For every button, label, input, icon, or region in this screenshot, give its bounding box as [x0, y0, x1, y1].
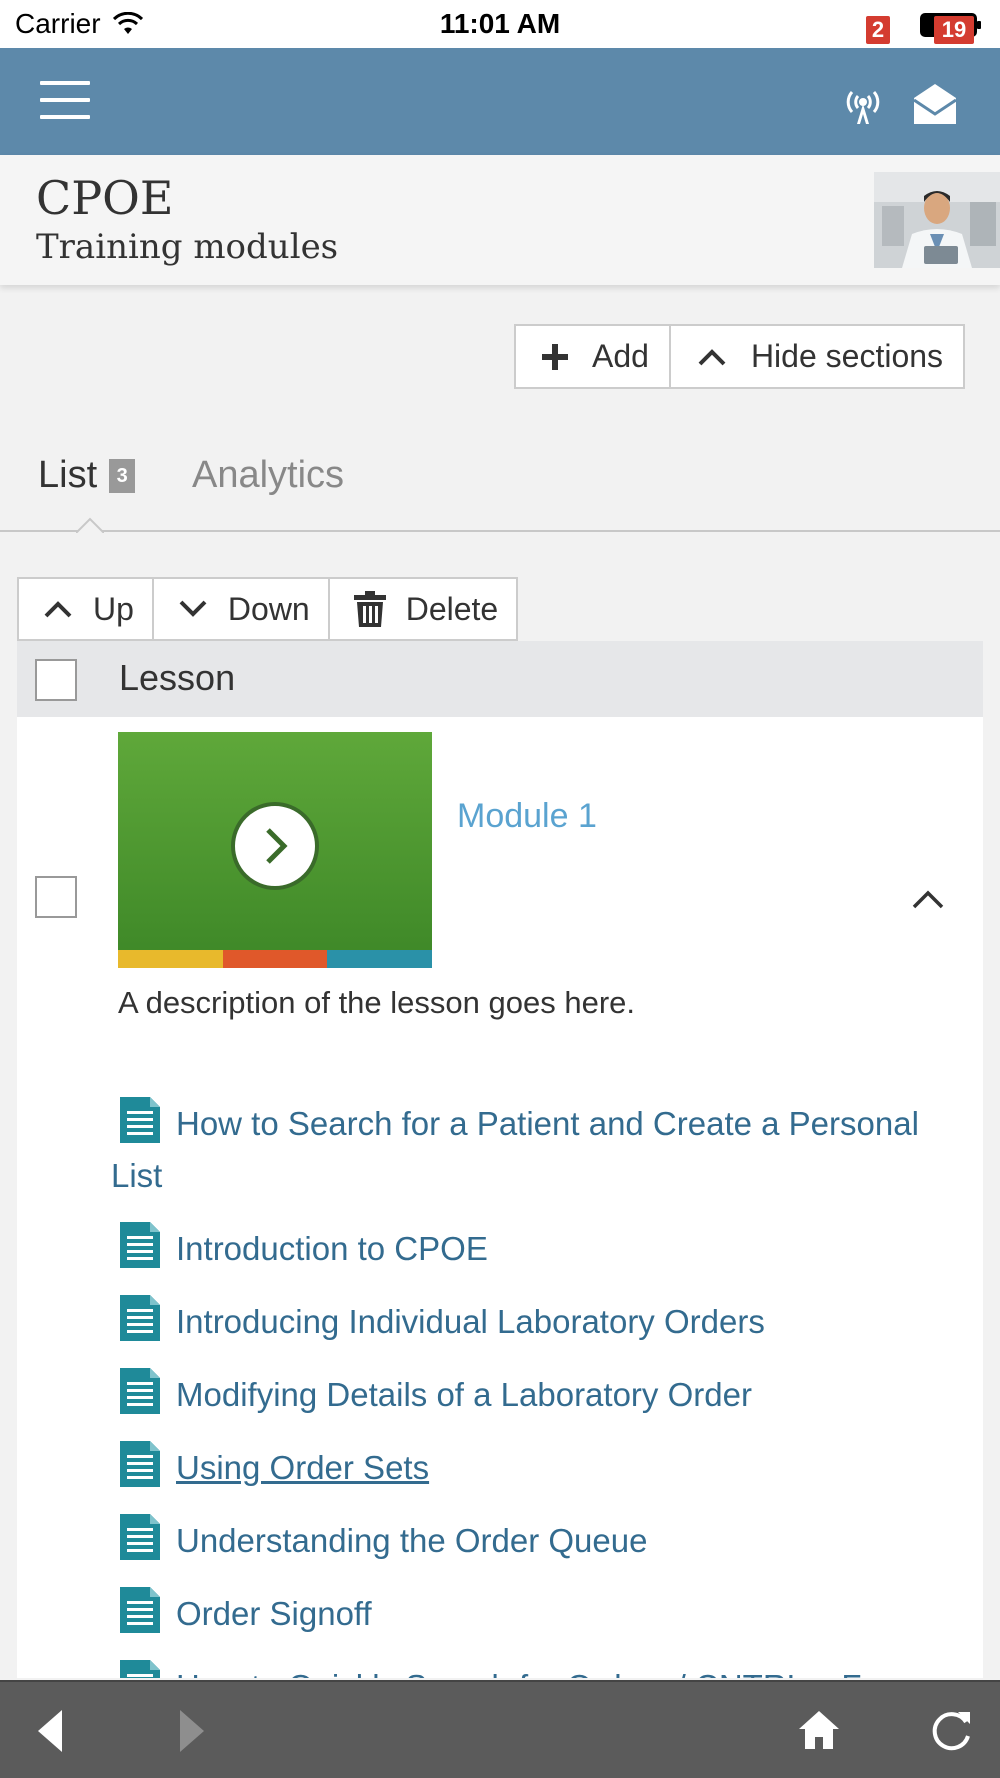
app-header [0, 48, 1000, 155]
document-icon [120, 1222, 160, 1268]
table-header: Lesson [17, 641, 983, 717]
lesson-link[interactable]: Introducing Individual Laboratory Orders [111, 1295, 951, 1348]
move-down-button[interactable]: Down [151, 579, 328, 639]
chevron-up-icon [44, 601, 72, 618]
status-bar: Carrier 11:01 AM [0, 0, 1000, 48]
view-tabs: List 3 Analytics [0, 440, 1000, 533]
module-description: A description of the lesson goes here. [118, 985, 635, 1020]
app-screen: Carrier 11:01 AM 2 19 CPOE Training modu… [0, 0, 1000, 1778]
course-image [874, 172, 1000, 268]
active-tab-indicator [76, 517, 104, 533]
lesson-title: Modifying Details of a Laboratory Order [176, 1376, 752, 1413]
course-title-panel: CPOE Training modules [0, 155, 1000, 285]
signal-icon[interactable] [838, 78, 888, 128]
table-row: Module 1 A description of the lesson goe… [17, 717, 983, 1678]
document-icon [120, 1514, 160, 1560]
stripe-yellow [118, 950, 223, 968]
add-button-label: Add [592, 338, 649, 374]
tab-analytics[interactable]: Analytics [192, 454, 344, 497]
document-icon [120, 1368, 160, 1414]
status-time: 11:01 AM [439, 8, 561, 39]
document-icon [120, 1295, 160, 1341]
move-down-label: Down [227, 590, 310, 627]
move-up-label: Up [93, 590, 134, 627]
course-title: CPOE [36, 171, 174, 225]
delete-label: Delete [405, 590, 499, 627]
stripe-teal [327, 950, 433, 968]
home-icon[interactable] [797, 1708, 841, 1752]
document-icon [120, 1660, 160, 1678]
lesson-link[interactable]: Order Signoff [111, 1587, 951, 1640]
module-title-link[interactable]: Module 1 [457, 797, 597, 836]
lesson-list: How to Search for a Patient and Create a… [111, 1097, 951, 1678]
lesson-title: Introducing Individual Laboratory Orders [176, 1303, 765, 1340]
lesson-title: How to Quickly Search for Orders / CNTRL… [176, 1668, 862, 1678]
row-checkbox[interactable] [35, 876, 77, 918]
document-icon [120, 1097, 160, 1143]
plus-icon [542, 343, 568, 370]
lesson-title: How to Search for a Patient and Create a… [111, 1105, 919, 1194]
lesson-link[interactable]: How to Quickly Search for Orders / CNTRL… [111, 1660, 951, 1678]
forward-arrow-icon[interactable] [178, 1708, 208, 1754]
thumbnail-stripes [118, 950, 433, 968]
select-all-checkbox[interactable] [35, 659, 77, 701]
document-icon [120, 1441, 160, 1487]
collapse-chevron-icon[interactable] [911, 887, 945, 911]
browser-toolbar [0, 1680, 1000, 1778]
hide-sections-label: Hide sections [750, 338, 944, 374]
lesson-link[interactable]: How to Search for a Patient and Create a… [111, 1097, 951, 1202]
module-thumbnail[interactable] [118, 732, 433, 968]
back-arrow-icon[interactable] [34, 1708, 64, 1754]
lesson-link[interactable]: Understanding the Order Queue [111, 1514, 951, 1567]
lesson-title: Understanding the Order Queue [176, 1522, 648, 1559]
chevron-down-icon [179, 600, 207, 617]
tab-list-count: 3 [109, 458, 136, 493]
lesson-link[interactable]: Introduction to CPOE [111, 1222, 951, 1275]
menu-icon[interactable] [40, 81, 90, 121]
section-actions: Add Hide sections [514, 324, 966, 389]
play-icon [231, 802, 319, 890]
stripe-orange [222, 950, 328, 968]
tab-list[interactable]: List 3 [38, 454, 136, 497]
lesson-link[interactable]: Modifying Details of a Laboratory Order [111, 1368, 951, 1421]
lesson-title: Order Signoff [176, 1595, 372, 1632]
lesson-link[interactable]: Using Order Sets [111, 1441, 951, 1494]
column-header-lesson: Lesson [119, 657, 236, 698]
lesson-title: Introduction to CPOE [176, 1230, 488, 1267]
document-icon [120, 1587, 160, 1633]
lesson-title: Using Order Sets [176, 1449, 430, 1486]
hide-sections-button[interactable]: Hide sections [668, 326, 963, 387]
tab-list-label: List [38, 454, 98, 496]
add-button[interactable]: Add [516, 326, 669, 387]
course-subtitle: Training modules [36, 227, 339, 267]
chevron-up-icon [698, 348, 726, 365]
mail-icon[interactable] [910, 78, 960, 128]
list-toolbar: Up Down Delete [17, 577, 519, 641]
move-up-button[interactable]: Up [19, 579, 152, 639]
reload-icon[interactable] [928, 1708, 974, 1754]
notification-badge: 2 [866, 16, 890, 44]
delete-button[interactable]: Delete [327, 579, 517, 639]
message-badge: 19 [934, 16, 974, 44]
trash-icon [353, 591, 386, 627]
